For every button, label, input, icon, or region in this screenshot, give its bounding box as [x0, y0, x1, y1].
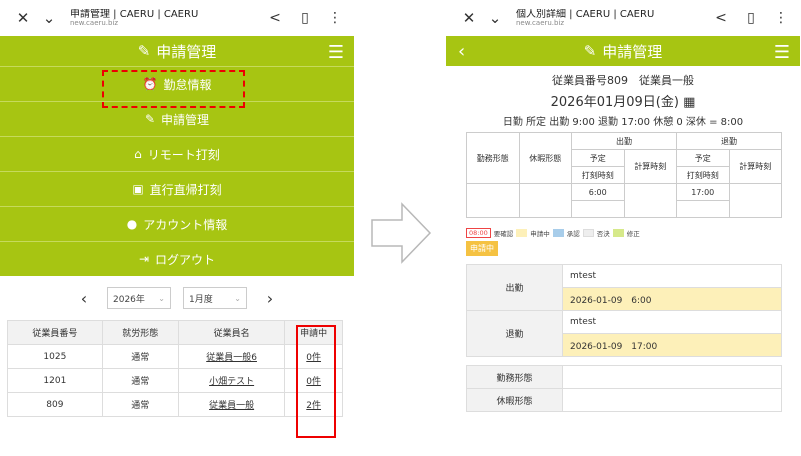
briefcase-icon: ▣ [132, 182, 144, 196]
status-badge: 申請中 [466, 241, 498, 256]
left-screen: ✕ ⌄ 申請管理 | CAERU | CAERU new.caeru.biz <… [0, 0, 354, 456]
attendance-table: 勤務形態 休暇形態 出勤 退勤 予定 計算時刻 予定 計算時刻 打刻時刻 打刻時… [466, 132, 782, 218]
work-type-value[interactable] [562, 365, 782, 389]
app-header: ✎ 申請管理 ☰ [0, 36, 354, 66]
home-icon: ⌂ [134, 147, 142, 161]
page-url: new.caeru.biz [516, 18, 565, 27]
leave-type-value[interactable] [562, 388, 782, 412]
edit-icon: ✎ [144, 112, 156, 126]
browser-bar: ✕ ⌄ 個人別詳細 | CAERU | CAERU new.caeru.biz … [446, 0, 800, 36]
page-title-text: 申請管理 | CAERU | CAERU [70, 8, 199, 20]
prev-month-button[interactable]: ‹ [73, 289, 95, 308]
column-header: 従業員名 [177, 320, 286, 345]
highlight-red-box [296, 325, 336, 438]
page-url: new.caeru.biz [70, 18, 119, 27]
back-icon[interactable]: ‹ [458, 41, 465, 62]
browser-title: 申請管理 | CAERU | CAERU new.caeru.biz [62, 9, 262, 28]
nav-menu: ⏰ 勤怠情報 ✎ 申請管理 ⌂ リモート打刻 ▣ 直行直帰打刻 ● アカウント情… [0, 66, 354, 276]
type-details: 勤務形態 休暇形態 [466, 365, 782, 412]
requester: mtest [562, 264, 782, 288]
hamburger-icon[interactable]: ☰ [774, 42, 790, 63]
schedule-line: 日勤 所定 出勤 9:00 退勤 17:00 休憩 0 深休 = 8:00 [502, 117, 744, 128]
close-icon[interactable]: ✕ [10, 9, 36, 27]
chevron-down-icon: ⌄ [158, 293, 165, 303]
employee-info: 従業員番号809 従業員一般 2026年01月09日(金) ▦ 日勤 所定 出勤… [446, 66, 800, 128]
legend-swatch [612, 229, 624, 237]
menu-item-direct-stamp[interactable]: ▣ 直行直帰打刻 [0, 171, 354, 206]
header-title: 申請管理 [602, 42, 663, 61]
chevron-down-icon[interactable]: ⌄ [482, 9, 508, 27]
header-title: 申請管理 [156, 42, 217, 61]
requester: mtest [562, 310, 782, 334]
right-screen: ✕ ⌄ 個人別詳細 | CAERU | CAERU new.caeru.biz … [446, 0, 800, 456]
menu-item-logout[interactable]: ⇥ ログアウト [0, 241, 354, 276]
employee-link[interactable]: 従業員一般6 [177, 344, 286, 369]
legend-swatch [516, 229, 528, 237]
highlight-dashed-box [102, 70, 245, 108]
request-value[interactable]: 2026-01-09 6:00 [562, 287, 782, 311]
request-details: 出勤 mtest 2026-01-09 6:00 退勤 mtest 2026-0… [466, 264, 782, 357]
close-icon[interactable]: ✕ [456, 9, 482, 27]
share-icon[interactable]: < [262, 10, 288, 26]
next-month-button[interactable]: › [259, 289, 281, 308]
hamburger-icon[interactable]: ☰ [328, 42, 344, 63]
browser-bar: ✕ ⌄ 申請管理 | CAERU | CAERU new.caeru.biz <… [0, 0, 354, 36]
bookmark-icon[interactable]: ▯ [292, 10, 318, 26]
bookmark-icon[interactable]: ▯ [738, 10, 764, 26]
period-filter: ‹ 2026年 ⌄ 1月度 ⌄ › [0, 276, 354, 320]
page-title-text: 個人別詳細 | CAERU | CAERU [516, 8, 655, 20]
table-row: 809 通常 従業員一般 2件 [7, 392, 343, 417]
request-value[interactable]: 2026-01-09 17:00 [562, 333, 782, 357]
more-icon[interactable]: ⋮ [768, 10, 794, 26]
logout-icon: ⇥ [138, 252, 150, 266]
employee-line: 従業員番号809 従業員一般 [552, 74, 694, 87]
calendar-icon[interactable]: ▦ [683, 95, 695, 110]
date-line: 2026年01月09日(金) ▦ [550, 95, 696, 110]
share-icon[interactable]: < [708, 10, 734, 26]
in-stamp-time[interactable]: 6:00 [571, 183, 625, 201]
status-legend: 08:00 要確認 申請中 承認 否決 修正 [466, 228, 800, 238]
month-select[interactable]: 1月度 ⌄ [183, 287, 247, 309]
table-row: 1201 通常 小畑テスト 0件 [7, 368, 343, 393]
more-icon[interactable]: ⋮ [322, 10, 348, 26]
edit-icon: ✎ [583, 42, 597, 60]
column-header: 就労形態 [101, 320, 179, 345]
legend-swatch [552, 229, 564, 237]
legend-swatch [582, 229, 594, 237]
app-header: ‹ ✎ 申請管理 ☰ [446, 36, 800, 66]
out-stamp-time[interactable]: 17:00 [676, 183, 730, 201]
chevron-down-icon[interactable]: ⌄ [36, 9, 62, 27]
edit-icon: ✎ [137, 42, 151, 60]
user-icon: ● [126, 217, 138, 231]
flow-arrow-icon [371, 202, 432, 264]
chevron-down-icon: ⌄ [234, 293, 241, 303]
employee-link[interactable]: 小畑テスト [177, 368, 286, 393]
legend-time: 08:00 [466, 228, 491, 238]
employee-link[interactable]: 従業員一般 [177, 392, 286, 417]
browser-title: 個人別詳細 | CAERU | CAERU new.caeru.biz [508, 9, 708, 28]
column-header: 従業員番号 [7, 320, 103, 345]
year-select[interactable]: 2026年 ⌄ [107, 287, 171, 309]
table-row: 1025 通常 従業員一般6 0件 [7, 344, 343, 369]
menu-item-remote-stamp[interactable]: ⌂ リモート打刻 [0, 136, 354, 171]
menu-item-account[interactable]: ● アカウント情報 [0, 206, 354, 241]
employee-table: 従業員番号 就労形態 従業員名 申請中 1025 通常 従業員一般6 0件 12… [7, 320, 343, 417]
